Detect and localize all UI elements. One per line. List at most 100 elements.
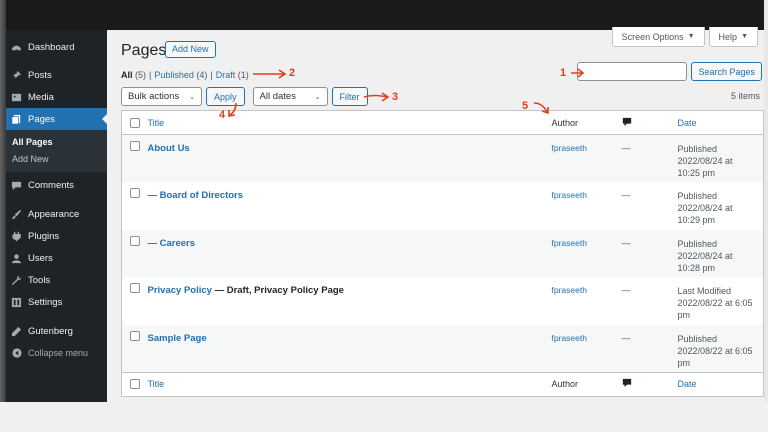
- row-checkbox[interactable]: [130, 330, 140, 341]
- sidebar-item-label: Posts: [28, 69, 52, 81]
- author-link[interactable]: fpraseeth: [552, 143, 587, 153]
- annotation-arrow-2: [253, 69, 287, 79]
- blurred-backdrop-right: [764, 0, 768, 432]
- select-all-checkbox[interactable]: [130, 117, 140, 128]
- table-row: — Board of Directors fpraseeth — Publish…: [121, 182, 764, 230]
- filter-draft[interactable]: Draft (1): [216, 70, 249, 80]
- separator: |: [149, 70, 152, 80]
- caret-down-icon: ▼: [741, 33, 748, 40]
- submenu-add-new[interactable]: Add New: [6, 151, 107, 168]
- page-title-link[interactable]: — Board of Directors: [148, 190, 244, 201]
- admin-sidebar: Dashboard Posts Media Pages All Pages Ad…: [6, 30, 107, 402]
- sidebar-item-settings[interactable]: Settings: [6, 291, 107, 313]
- footer-column-comments[interactable]: [622, 372, 678, 396]
- page-title-link[interactable]: — Careers: [148, 238, 196, 249]
- row-checkbox[interactable]: [130, 235, 140, 246]
- pages-table: Title Author Date About Us fpraseeth — P…: [121, 110, 764, 397]
- select-all-cell: [122, 111, 148, 135]
- row-checkbox[interactable]: [130, 141, 140, 151]
- wrench-icon: [11, 275, 22, 286]
- collapse-menu-button[interactable]: Collapse menu: [6, 342, 107, 364]
- author-link[interactable]: fpraseeth: [552, 333, 587, 343]
- page-title-link[interactable]: Privacy Policy: [148, 285, 212, 296]
- sidebar-item-tools[interactable]: Tools: [6, 269, 107, 291]
- annotation-number-5: 5: [522, 100, 529, 112]
- sidebar-item-posts[interactable]: Posts: [6, 64, 107, 86]
- media-icon: [11, 92, 22, 103]
- settings-icon: [11, 297, 22, 308]
- search-input[interactable]: [577, 62, 688, 81]
- submenu-all-pages[interactable]: All Pages: [6, 134, 107, 151]
- items-count: 5 items: [730, 91, 760, 101]
- column-title[interactable]: Title: [148, 111, 552, 135]
- annotation-arrow-3: [363, 92, 390, 102]
- row-checkbox[interactable]: [130, 283, 140, 294]
- brush-icon: [11, 209, 22, 220]
- footer-column-title[interactable]: Title: [148, 372, 552, 396]
- sidebar-item-media[interactable]: Media: [6, 86, 107, 108]
- footer-column-date[interactable]: Date: [678, 372, 764, 396]
- chevron-down-icon: ⌄: [314, 93, 321, 101]
- sidebar-item-users[interactable]: Users: [6, 247, 107, 269]
- pages-submenu: All Pages Add New: [6, 130, 107, 172]
- annotation-arrow-4: [228, 102, 237, 117]
- help-button[interactable]: Help ▼: [708, 27, 758, 47]
- sidebar-item-comments[interactable]: Comments: [6, 174, 107, 196]
- table-footer-row: Title Author Date: [121, 372, 764, 396]
- comments-icon: [11, 180, 22, 191]
- page-title-link[interactable]: About Us: [148, 143, 190, 154]
- filter-published[interactable]: Published (4): [154, 70, 207, 80]
- search-box: Search Pages: [577, 62, 762, 81]
- sidebar-item-gutenberg[interactable]: Gutenberg: [6, 320, 107, 342]
- filter-all[interactable]: All (5): [121, 70, 146, 80]
- annotation-arrow-1: [571, 68, 585, 78]
- sidebar-item-label: Settings: [28, 296, 63, 308]
- sidebar-item-label: Media: [28, 91, 54, 103]
- page-title-link[interactable]: Sample Page: [148, 333, 207, 344]
- annotation-number-4: 4: [219, 109, 226, 121]
- comment-count: —: [621, 285, 631, 296]
- pencil-icon: [11, 326, 22, 337]
- author-link[interactable]: fpraseeth: [552, 190, 587, 200]
- search-pages-button[interactable]: Search Pages: [691, 62, 762, 81]
- author-link[interactable]: fpraseeth: [552, 238, 587, 248]
- add-new-button[interactable]: Add New: [165, 41, 216, 58]
- dates-select[interactable]: All dates ⌄: [252, 87, 328, 106]
- table-row: Sample Page fpraseeth — Published 2022/08…: [121, 324, 764, 373]
- table-row: Privacy Policy — Draft, Privacy Policy P…: [121, 277, 764, 325]
- pin-icon: [11, 70, 22, 81]
- sidebar-item-label: Comments: [28, 179, 74, 191]
- footer-column-author: Author: [551, 379, 579, 390]
- sidebar-item-appearance[interactable]: Appearance: [6, 203, 107, 225]
- select-all-checkbox-footer[interactable]: [130, 379, 140, 390]
- column-comments[interactable]: [622, 111, 678, 135]
- comment-bubble-icon: [622, 379, 631, 388]
- annotation-arrow-5: [533, 102, 549, 115]
- annotation-number-1: 1: [560, 67, 567, 79]
- comment-count: —: [621, 190, 631, 201]
- screen-meta-links: Screen Options ▼ Help ▼: [611, 27, 758, 47]
- screen-options-button[interactable]: Screen Options ▼: [611, 27, 705, 47]
- sidebar-item-dashboard[interactable]: Dashboard: [6, 36, 107, 58]
- dashboard-icon: [11, 42, 22, 53]
- column-date[interactable]: Date: [678, 111, 764, 135]
- sidebar-item-label: Gutenberg: [28, 325, 73, 337]
- chevron-down-icon: ⌄: [189, 93, 195, 101]
- page-bottom-area: [0, 402, 768, 432]
- table-header-row: Title Author Date: [121, 111, 764, 135]
- plug-icon: [11, 231, 22, 242]
- collapse-icon: [11, 348, 22, 359]
- author-link[interactable]: fpraseeth: [552, 285, 587, 295]
- separator: |: [210, 70, 213, 80]
- date-cell: Last Modified 2022/08/22 at 6:05 pm: [677, 286, 753, 321]
- comment-bubble-icon: [622, 117, 631, 126]
- bulk-actions-value: Bulk actions: [128, 91, 180, 102]
- row-checkbox[interactable]: [130, 188, 140, 199]
- sidebar-item-pages[interactable]: Pages: [6, 108, 107, 130]
- comment-count: —: [621, 143, 631, 153]
- sidebar-item-label: Pages: [28, 113, 55, 125]
- table-row: About Us fpraseeth — Published 2022/08/24…: [121, 134, 764, 183]
- bulk-actions-select[interactable]: Bulk actions ⌄: [121, 87, 202, 106]
- sidebar-item-plugins[interactable]: Plugins: [6, 225, 107, 247]
- date-cell: Published 2022/08/22 at 6:05 pm: [677, 333, 753, 368]
